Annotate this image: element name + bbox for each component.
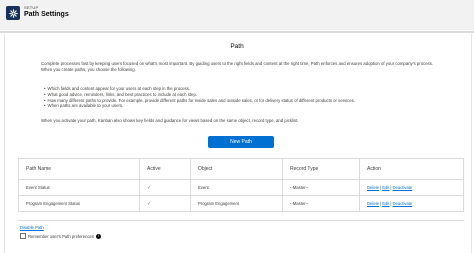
gear-icon (6, 6, 20, 20)
header-eyebrow: SETUP (24, 5, 39, 10)
column-header-record-type: Record Type (282, 158, 360, 180)
section-title: Path (230, 43, 244, 50)
check-icon: ✓ (147, 184, 152, 191)
action-cell: Delete|Edit|Deactivate (359, 179, 464, 196)
footer-divider (18, 220, 464, 221)
remember-checkbox[interactable] (20, 233, 26, 239)
remember-label: Remember user's Path preferences (28, 233, 94, 239)
edit-link[interactable]: Edit (382, 185, 389, 190)
column-header-object: Object (190, 158, 283, 180)
path-name-cell: Event Status (18, 179, 140, 196)
page-title: Path Settings (24, 11, 69, 18)
record-type-cell: --Master-- (282, 179, 360, 196)
table-row: Event Status ✓ Event --Master-- Delete |E… (18, 179, 464, 196)
action-separator: | (390, 185, 392, 190)
page-header: SETUP Path Settings (0, 0, 474, 30)
info-icon[interactable]: i (95, 233, 101, 239)
deactivate-link[interactable]: Deactivate (393, 201, 413, 206)
paths-table: Path Name Active Object Record Type Acti… (18, 158, 464, 212)
record-type-cell: --Master-- (282, 195, 360, 212)
gear-icon-graphic (8, 8, 18, 18)
action-cell: Delete|Edit|Deactivate (359, 195, 464, 212)
intro-text: Complete processes fast by keeping users… (41, 61, 434, 72)
active-cell: ✓ (139, 179, 191, 196)
check-icon: ✓ (147, 200, 152, 207)
delete-link[interactable]: Delete (367, 201, 379, 206)
action-separator: | (390, 201, 392, 206)
new-path-button[interactable]: New Path (208, 136, 274, 148)
column-header-action: Action (359, 158, 464, 180)
edit-link[interactable]: Edit (382, 201, 389, 206)
active-cell: ✓ (139, 195, 191, 212)
table-header-row: Path Name Active Object Record Type Acti… (18, 158, 464, 180)
kanban-text: When you activate your path, Kanban also… (41, 118, 299, 123)
delete-link[interactable]: Delete (367, 185, 379, 190)
object-cell: Program Engagement (190, 195, 283, 212)
column-header-active: Active (139, 158, 191, 180)
object-cell: Event (190, 179, 283, 196)
disable-path-link[interactable]: Disable Path (20, 225, 44, 230)
column-header-path-name: Path Name (18, 158, 140, 180)
deactivate-link[interactable]: Deactivate (393, 185, 413, 190)
table-row: Program Engagement Status ✓ Program Enga… (18, 195, 464, 212)
header-divider (0, 31, 474, 33)
list-item: When paths are available to your users. (44, 103, 444, 109)
feature-list: Which fields and content appear for your… (44, 86, 444, 109)
path-name-cell: Program Engagement Status (18, 195, 140, 212)
remember-preference: Remember user's Path preferences i (20, 233, 101, 239)
